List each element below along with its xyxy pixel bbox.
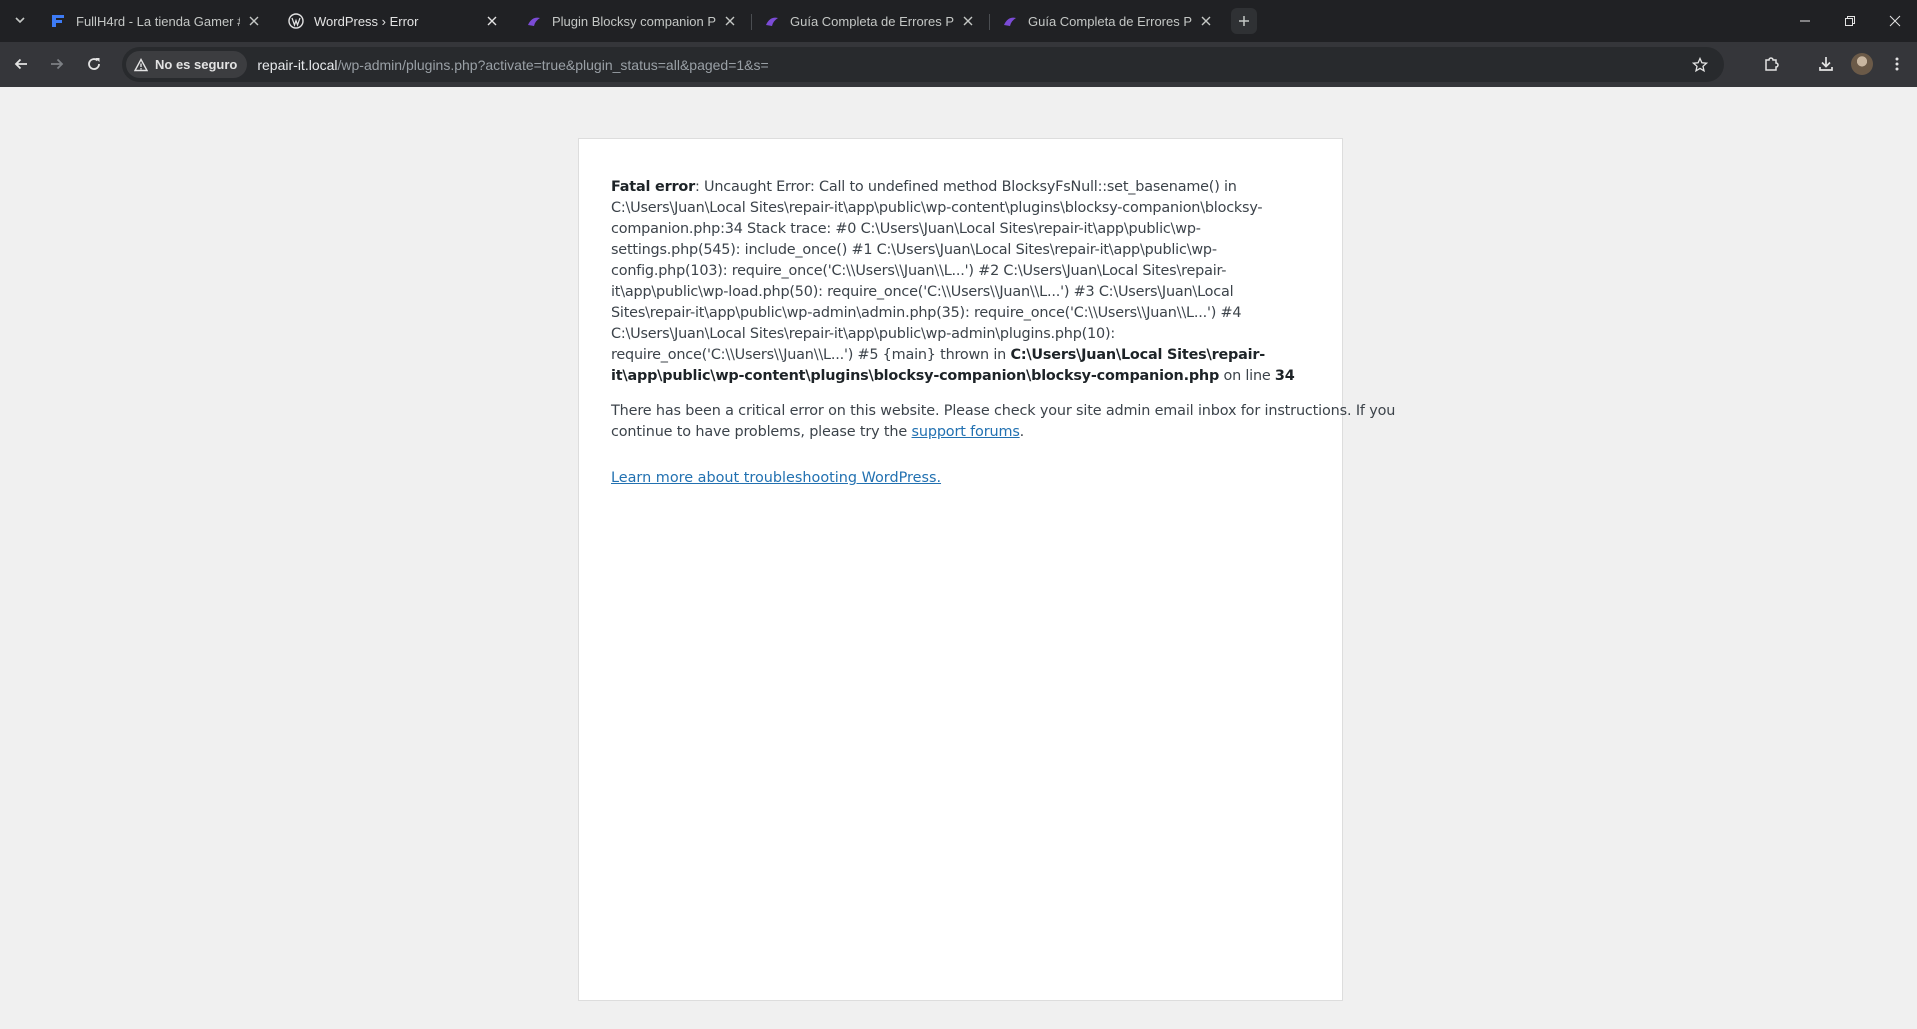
puzzle-icon (1765, 57, 1779, 71)
back-button[interactable] (7, 50, 35, 78)
reload-button[interactable] (80, 50, 108, 78)
security-label: No es seguro (155, 57, 238, 72)
star-icon (1692, 57, 1708, 73)
error-line: Sites\repair-it\app\public\wp-admin\admi… (611, 305, 1242, 321)
url-host: repair-it.local (257, 56, 338, 73)
tab-guia-errores-1[interactable]: Guía Completa de Errores PHP (754, 6, 986, 36)
blocksy-icon (764, 13, 780, 29)
tab-title: Plugin Blocksy companion PRO (552, 13, 716, 29)
minimize-icon (1800, 20, 1810, 22)
fullh4rd-icon (50, 13, 66, 29)
learn-more-link[interactable]: Learn more about troubleshooting WordPre… (611, 470, 941, 486)
error-line-number: 34 (1274, 368, 1295, 384)
error-line: it\app\public\wp-load.php(50): require_o… (611, 284, 1234, 300)
error-line: C:\Users\Juan\Local Sites\repair-it\app\… (611, 200, 1263, 216)
new-tab-button[interactable] (1231, 8, 1257, 34)
tab-title: Guía Completa de Errores PHP (790, 13, 954, 29)
notice-period: . (1019, 424, 1025, 440)
close-icon[interactable] (722, 13, 738, 29)
notice-text: continue to have problems, please try th… (611, 424, 912, 440)
tab-fullh4rd[interactable]: FullH4rd - La tienda Gamer #1 de (40, 6, 272, 36)
plus-icon (1239, 16, 1249, 26)
warning-triangle-icon (134, 57, 150, 73)
tab-strip: FullH4rd - La tienda Gamer #1 de WordPre… (0, 0, 1917, 42)
tab-wordpress-error[interactable]: WordPress › Error (278, 6, 510, 36)
menu-button[interactable] (1883, 50, 1911, 78)
close-icon[interactable] (246, 13, 262, 29)
error-message: Fatal error: Uncaught Error: Call to und… (611, 177, 1396, 489)
url-text[interactable]: repair-it.local/wp-admin/plugins.php?act… (257, 57, 768, 73)
tab-title: WordPress › Error (314, 13, 419, 29)
close-icon[interactable] (1198, 13, 1214, 29)
more-vert-icon (1895, 57, 1899, 71)
error-file-path: it\app\public\wp-content\plugins\blocksy… (611, 368, 1220, 384)
tab-search-button[interactable] (8, 8, 32, 32)
error-text: on line (1219, 368, 1275, 384)
tab-separator (751, 14, 752, 30)
chevron-down-icon (15, 17, 25, 24)
url-path: /wp-admin/plugins.php?activate=true&plug… (337, 56, 769, 73)
extensions-button[interactable] (1758, 50, 1786, 78)
notice-line: There has been a critical error on this … (611, 403, 1396, 419)
bookmark-button[interactable] (1688, 53, 1712, 77)
tab-title: FullH4rd - La tienda Gamer #1 de (76, 13, 240, 29)
error-text: require_once('C:\\Users\\Juan\\L...') #5… (611, 347, 1011, 363)
learn-more-paragraph: Learn more about troubleshooting WordPre… (611, 468, 1311, 489)
reload-icon (88, 58, 100, 70)
blocksy-icon (526, 13, 542, 29)
close-icon[interactable] (960, 13, 976, 29)
notice-line: continue to have problems, please try th… (611, 422, 1311, 443)
error-line: companion.php:34 Stack trace: #0 C:\User… (611, 221, 1201, 237)
critical-error-notice: There has been a critical error on this … (611, 401, 1396, 443)
download-icon (1819, 57, 1833, 71)
browser-toolbar: No es seguro repair-it.local/wp-admin/pl… (0, 42, 1917, 87)
error-line: config.php(103): require_once('C:\\Users… (611, 263, 1227, 279)
restore-button[interactable] (1835, 6, 1865, 36)
close-icon[interactable] (484, 13, 500, 29)
support-forums-link[interactable]: support forums (912, 424, 1020, 440)
error-line: C:\Users\Juan\Local Sites\repair-it\app\… (611, 326, 1116, 342)
wordpress-icon (288, 13, 304, 29)
close-icon (1889, 15, 1901, 27)
profile-avatar[interactable] (1851, 53, 1873, 75)
tab-guia-errores-2[interactable]: Guía Completa de Errores PHP (992, 6, 1224, 36)
tab-title: Guía Completa de Errores PHP (1028, 13, 1192, 29)
error-line: require_once('C:\\Users\\Juan\\L...') #5… (611, 345, 1311, 366)
blocksy-icon (1002, 13, 1018, 29)
arrow-right-icon (51, 58, 64, 70)
close-window-button[interactable] (1880, 6, 1910, 36)
tab-separator (989, 14, 990, 30)
error-file-path: C:\Users\Juan\Local Sites\repair- (1010, 347, 1266, 363)
restore-icon (1845, 16, 1855, 26)
error-line: settings.php(545): include_once() #1 C:\… (611, 242, 1217, 258)
error-line: Fatal error: Uncaught Error: Call to und… (611, 177, 1311, 198)
arrow-left-icon (14, 58, 27, 70)
downloads-button[interactable] (1812, 50, 1840, 78)
error-card: Fatal error: Uncaught Error: Call to und… (578, 138, 1396, 1001)
security-chip[interactable]: No es seguro (126, 51, 248, 78)
fatal-error-label: Fatal error (611, 179, 695, 195)
error-line: it\app\public\wp-content\plugins\blocksy… (611, 366, 1311, 387)
minimize-button[interactable] (1790, 6, 1820, 36)
address-bar[interactable]: No es seguro repair-it.local/wp-admin/pl… (122, 47, 1724, 82)
tab-blocksy-plugin[interactable]: Plugin Blocksy companion PRO (516, 6, 748, 36)
forward-button[interactable] (43, 50, 71, 78)
error-text: : Uncaught Error: Call to undefined meth… (694, 179, 1237, 195)
